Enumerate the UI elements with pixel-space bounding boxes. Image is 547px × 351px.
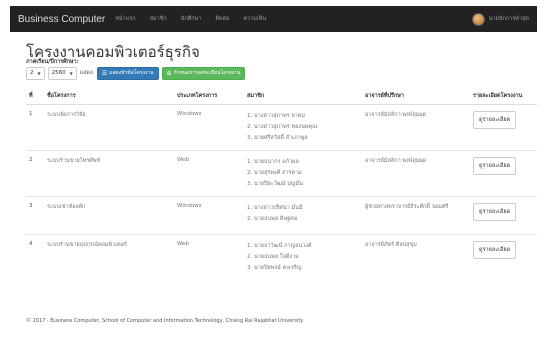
chevron-down-icon: ▼ <box>37 70 41 76</box>
member-name: 3. นายศรีสวัสดิ์ สำเภาพูล <box>247 135 308 141</box>
nav-item-members[interactable]: สมาชิก <box>150 15 167 23</box>
row-no: 2 <box>26 150 44 197</box>
row-no: 4 <box>26 234 44 281</box>
footer-copyright: © 2017 - Business Computer, School of Co… <box>26 318 304 324</box>
row-project-name: ระบบร้านขายโทรศัพท์ <box>44 150 174 197</box>
col-header-name: ชื่อโครงการ <box>44 88 174 105</box>
view-detail-button[interactable]: ดูรายละเอียด <box>473 111 517 129</box>
member-name: 1. นายธาวัฒน์ กาญจนวงศ์ <box>247 243 312 249</box>
show-label: แสดง <box>79 70 93 76</box>
term-select[interactable]: 2 ▼ <box>26 66 45 80</box>
row-advisor: อาจารย์มัลลิกา พงษ์ลุ่มผุด <box>362 150 470 197</box>
member-name: 3. นายปิยะวัฒน์ บุญมั่น <box>247 181 303 187</box>
row-advisor: ผู้ช่วยศาสตราจารย์ธีระศักดิ์ จอมศรี <box>362 196 470 235</box>
member-name: 2. นายธนพล ดิษฐคม <box>247 216 298 222</box>
row-detail-cell: ดูรายละเอียด <box>470 234 537 281</box>
row-advisor: อาจารย์มัลลิกา พงษ์ลุ่มผุด <box>362 104 470 151</box>
member-name: 1. นางสาวสุภาพร ยาดม <box>247 113 305 119</box>
table-row: 4 ระบบร้านขายอุปกรณ์คอมพิวเตอร์ Web 1. น… <box>26 234 537 281</box>
row-detail-cell: ดูรายละเอียด <box>470 196 537 235</box>
col-header-advisor: อาจารย์ที่ปรึกษา <box>362 88 470 105</box>
top-navbar: Business Computer หน้าแรก สมาชิก นักศึกษ… <box>10 6 537 32</box>
chevron-down-icon: ▼ <box>69 70 73 76</box>
filter-row: 2 ▼ 2560 ▼ แสดง ☰ แสดงหัวข้อโครงงาน ⊕ กำ… <box>26 66 246 80</box>
table-row: 3 ระบบเช่าห้องพัก Windows 1. นางสาวปริศน… <box>26 196 537 235</box>
nav-item-home[interactable]: หน้าแรก <box>115 15 135 23</box>
col-header-no: ที่ <box>26 88 44 105</box>
row-members: 1. นายธาวัฒน์ กาญจนวงศ์ 2. นายธนพล ใจดีง… <box>244 234 362 281</box>
table-row: 2 ระบบร้านขายโทรศัพท์ Web 1. นายธนากร แก… <box>26 150 537 197</box>
col-header-members: สมาชิก <box>244 88 362 105</box>
projects-table: ที่ ชื่อโครงการ ประเภทโครงการ สมาชิก อาจ… <box>26 88 537 281</box>
row-detail-cell: ดูรายละเอียด <box>470 150 537 197</box>
row-project-name: ระบบเช่าห้องพัก <box>44 196 174 235</box>
user-menu[interactable]: นายนักการค้าสุด <box>471 12 529 26</box>
member-name: 2. นางสาวสุภาพร ทองนพคุณ <box>247 124 318 130</box>
nav-item-students[interactable]: นักศึกษา <box>181 15 202 23</box>
member-name: 2. นายธนพล ใจดีงาม <box>247 254 299 260</box>
show-topics-button[interactable]: ☰ แสดงหัวข้อโครงงาน <box>96 66 159 80</box>
row-project-type: Windows <box>174 196 244 235</box>
avatar <box>471 12 485 26</box>
register-project-button[interactable]: ⊕ กำหนดการลงทะเบียนโครงงาน <box>161 66 246 80</box>
row-project-name: ระบบร้านขายอุปกรณ์คอมพิวเตอร์ <box>44 234 174 281</box>
member-name: 3. นายปิยพงษ์ คงเจริญ <box>247 265 302 271</box>
row-project-type: Web <box>174 150 244 197</box>
row-no: 3 <box>26 196 44 235</box>
table-row: 1 ระบบจัดการวิจัย Windows 1. นางสาวสุภาพ… <box>26 104 537 151</box>
register-project-label: กำหนดการลงทะเบียนโครงงาน <box>173 70 241 76</box>
row-project-type: Web <box>174 234 244 281</box>
member-name: 1. นางสาวปริศนา มั่นมี <box>247 205 303 211</box>
row-project-name: ระบบจัดการวิจัย <box>44 104 174 151</box>
show-topics-label: แสดงหัวข้อโครงงาน <box>109 70 154 76</box>
year-select-value: 2560 <box>51 70 66 76</box>
year-select[interactable]: 2560 ▼ <box>47 66 77 80</box>
col-header-type: ประเภทโครงการ <box>174 88 244 105</box>
term-select-value: 2 <box>30 70 34 76</box>
view-detail-button[interactable]: ดูรายละเอียด <box>473 203 517 221</box>
member-name: 2. นายสุรพงศ์ สารคาม <box>247 170 302 176</box>
list-icon: ☰ <box>101 69 108 77</box>
row-advisor: อาจารย์ภัทร์ ศิลปสุขุม <box>362 234 470 281</box>
user-name: นายนักการค้าสุด <box>488 16 529 22</box>
row-project-type: Windows <box>174 104 244 151</box>
col-header-detail: รายละเอียดโครงงาน <box>470 88 537 105</box>
brand-link[interactable]: Business Computer <box>18 14 105 25</box>
plus-circle-icon: ⊕ <box>166 69 172 77</box>
view-detail-button[interactable]: ดูรายละเอียด <box>473 157 517 175</box>
row-members: 1. นางสาวปริศนา มั่นมี 2. นายธนพล ดิษฐคม <box>244 196 362 235</box>
member-name: 1. นายธนากร แก้วผล <box>247 159 299 165</box>
view-detail-button[interactable]: ดูรายละเอียด <box>473 241 517 259</box>
row-no: 1 <box>26 104 44 151</box>
nav-item-comments[interactable]: ความเห็น <box>243 15 266 23</box>
table-header-row: ที่ ชื่อโครงการ ประเภทโครงการ สมาชิก อาจ… <box>26 88 537 105</box>
row-detail-cell: ดูรายละเอียด <box>470 104 537 151</box>
row-members: 1. นายธนากร แก้วผล 2. นายสุรพงศ์ สารคาม … <box>244 150 362 197</box>
nav-item-contact[interactable]: ติดต่อ <box>215 15 229 23</box>
term-label: ภาคเรียน/ปีการศึกษา: <box>26 59 79 65</box>
row-members: 1. นางสาวสุภาพร ยาดม 2. นางสาวสุภาพร ทอง… <box>244 104 362 151</box>
